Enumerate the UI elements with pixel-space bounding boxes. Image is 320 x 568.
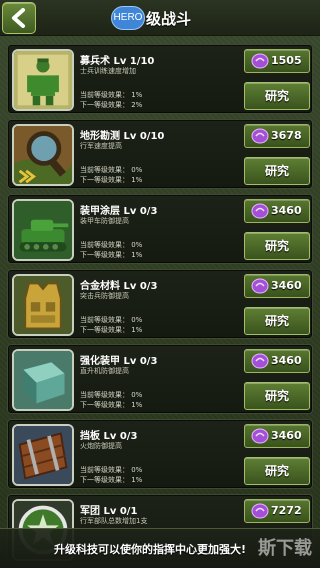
current-effect: 当前等级效果： 0% (80, 241, 143, 249)
wooden-barrier-icon (12, 424, 74, 486)
page-title: 级战斗 (146, 10, 192, 28)
cost-button[interactable]: 3460 (244, 424, 310, 448)
cost-button[interactable]: 1505 (244, 49, 310, 73)
upgrade-card: 合金材料 Lv 0/3 突击兵防御提高 当前等级效果： 0% 下一等级效果： 1… (7, 269, 313, 339)
cost-value: 1505 (271, 54, 302, 67)
upgrade-card: 募兵术 Lv 1/10 士兵训练速度增加 当前等级效果： 1% 下一等级效果： … (7, 44, 313, 114)
upgrade-card: 挡板 Lv 0/3 火炮防御提高 当前等级效果： 0% 下一等级效果： 1% 3… (7, 419, 313, 489)
current-effect: 当前等级效果： 0% (80, 316, 143, 324)
cost-button[interactable]: 3460 (244, 349, 310, 373)
next-effect: 下一等级效果： 1% (80, 401, 143, 409)
next-effect: 下一等级效果： 1% (80, 326, 143, 334)
upgrade-desc: 行军部队总数增加1支 (80, 517, 148, 525)
upgrade-desc: 装甲车防御提高 (80, 217, 129, 225)
research-button[interactable]: 研究 (244, 382, 310, 410)
svg-text:斯下载: 斯下载 (258, 537, 312, 559)
research-button[interactable]: 研究 (244, 82, 310, 110)
purple-gem-icon (251, 278, 269, 294)
upgrade-name: 装甲涂层 Lv 0/3 (80, 206, 158, 217)
current-effect: 当前等级效果： 0% (80, 466, 143, 474)
upgrade-desc: 行军速度提高 (80, 142, 122, 150)
upgrade-name: 地形勘测 Lv 0/10 (80, 131, 165, 142)
current-effect: 当前等级效果： 0% (80, 166, 143, 174)
upgrade-desc: 士兵训练速度增加 (80, 67, 136, 75)
purple-gem-icon (251, 203, 269, 219)
next-effect: 下一等级效果： 2% (80, 101, 143, 109)
cost-button[interactable]: 3678 (244, 124, 310, 148)
purple-gem-icon (251, 353, 269, 369)
cost-value: 3460 (271, 204, 302, 217)
magnifier-icon (12, 124, 74, 186)
research-button[interactable]: 研究 (244, 232, 310, 260)
soldier-icon (12, 49, 74, 111)
tip-text: 升级科技可以使你的指挥中心更加强大! (54, 543, 247, 556)
upgrade-name: 挡板 Lv 0/3 (80, 431, 138, 442)
cost-button[interactable]: 3460 (244, 274, 310, 298)
back-arrow-icon (12, 8, 25, 28)
cost-button[interactable]: 3460 (244, 199, 310, 223)
upgrade-name: 军团 Lv 0/1 (80, 506, 138, 517)
upgrade-card: 装甲涂层 Lv 0/3 装甲车防御提高 当前等级效果： 0% 下一等级效果： 1… (7, 194, 313, 264)
screen: HERO 级战斗 募兵术 Lv 1/10 士兵训练速度增加 当前等级效果： 1%… (0, 0, 320, 568)
cost-value: 3460 (271, 279, 302, 292)
tank-icon (12, 199, 74, 261)
upgrade-name: 强化装甲 Lv 0/3 (80, 356, 158, 367)
purple-gem-icon (251, 503, 269, 519)
upgrade-desc: 直升机防御提高 (80, 367, 129, 375)
upgrade-name: 合金材料 Lv 0/3 (80, 281, 158, 292)
upgrade-card: 强化装甲 Lv 0/3 直升机防御提高 当前等级效果： 0% 下一等级效果： 1… (7, 344, 313, 414)
hero-badge: HERO (111, 6, 145, 30)
cost-value: 3460 (271, 354, 302, 367)
research-button[interactable]: 研究 (244, 307, 310, 335)
cost-button[interactable]: 7272 (244, 499, 310, 523)
current-effect: 当前等级效果： 0% (80, 391, 143, 399)
research-button[interactable]: 研究 (244, 457, 310, 485)
cost-value: 3460 (271, 429, 302, 442)
steel-block-icon (12, 349, 74, 411)
purple-gem-icon (251, 53, 269, 69)
armor-vest-icon (12, 274, 74, 336)
upgrade-desc: 突击兵防御提高 (80, 292, 129, 300)
purple-gem-icon (251, 428, 269, 444)
cost-value: 7272 (271, 504, 302, 517)
current-effect: 当前等级效果： 1% (80, 91, 143, 99)
next-effect: 下一等级效果： 1% (80, 476, 143, 484)
research-button[interactable]: 研究 (244, 157, 310, 185)
upgrade-desc: 火炮防御提高 (80, 442, 122, 450)
next-effect: 下一等级效果： 1% (80, 251, 143, 259)
next-effect: 下一等级效果： 1% (80, 176, 143, 184)
back-button[interactable] (2, 2, 36, 34)
purple-gem-icon (251, 128, 269, 144)
upgrade-card: 地形勘测 Lv 0/10 行军速度提高 当前等级效果： 0% 下一等级效果： 1… (7, 119, 313, 189)
header-bar: HERO 级战斗 (0, 0, 320, 36)
cost-value: 3678 (271, 129, 302, 142)
watermark-logo: 斯下载 (258, 537, 312, 559)
upgrade-name: 募兵术 Lv 1/10 (80, 56, 155, 67)
